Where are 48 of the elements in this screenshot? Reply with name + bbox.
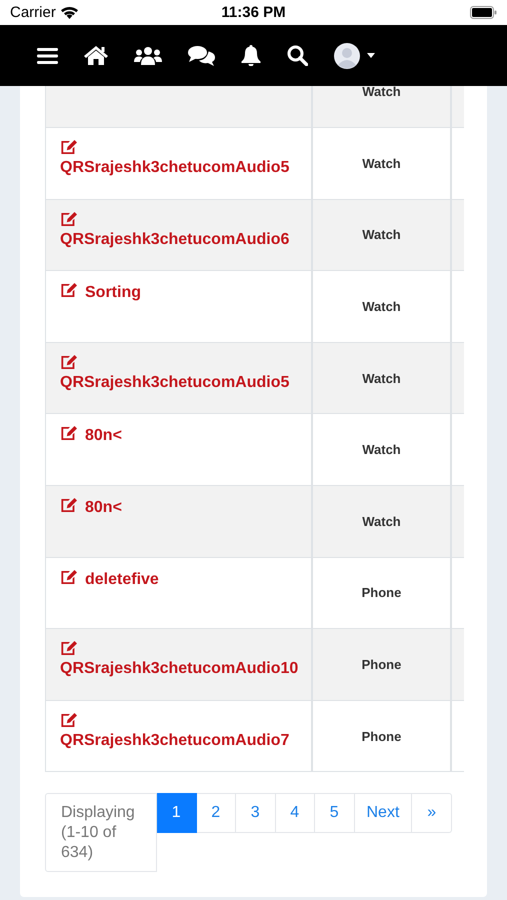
carrier-label: Carrier [10,4,56,21]
chat-icon[interactable] [188,45,215,66]
edit-icon[interactable] [60,712,77,728]
table-cell: Phone [313,700,452,772]
page-button[interactable]: 5 [315,793,354,834]
avatar-icon[interactable] [334,42,360,68]
table-cell: Watch [313,486,452,558]
edit-icon[interactable] [60,426,77,442]
record-link[interactable]: QRSrajeshk3chetucomAudio5 [60,159,290,176]
table-cell: Phone [313,629,452,701]
table-cell [452,486,464,558]
record-link[interactable]: QRSrajeshk3chetucomAudio6 [60,230,290,248]
battery-icon [470,6,497,19]
table-cell [452,342,464,414]
page-button[interactable]: 2 [196,793,236,834]
record-link[interactable]: deletefive [85,570,159,588]
page-button[interactable]: Next [354,793,412,834]
edit-icon[interactable] [60,283,77,298]
edit-icon[interactable] [60,498,77,514]
record-link[interactable]: QRSrajeshk3chetucomAudio5 [60,374,290,391]
table-cell: Watch [313,200,452,272]
table-cell [452,200,464,272]
wifi-icon [60,6,78,18]
users-icon[interactable] [134,46,162,65]
edit-icon[interactable] [60,641,77,656]
pagination-info: Displaying (1-10 of 634) [45,793,157,872]
page-button[interactable]: 1 [157,793,196,834]
caret-icon[interactable] [367,53,375,58]
record-link[interactable]: QRSrajeshk3chetucomAudio7 [60,732,290,749]
page-button[interactable]: 3 [236,793,276,834]
menu-icon[interactable] [37,46,58,64]
record-link[interactable]: 80n< [85,427,122,444]
edit-icon[interactable] [60,354,77,370]
page-button[interactable]: 4 [276,793,315,834]
home-icon[interactable] [84,46,108,65]
record-link[interactable]: QRSrajeshk3chetucomAudio10 [60,660,298,678]
table-cell: Watch [313,342,452,414]
table-cell: Watch [313,86,452,128]
edit-icon[interactable] [60,140,77,156]
search-icon[interactable] [287,45,308,66]
page-button[interactable]: » [412,793,452,834]
table-cell [452,629,464,701]
record-link[interactable]: Sorting [85,284,141,302]
record-link[interactable]: 80n< [85,499,122,516]
edit-icon[interactable] [60,570,77,585]
edit-icon[interactable] [60,212,77,227]
bell-icon[interactable] [241,45,261,66]
clock-time: 11:36 PM [221,4,286,21]
